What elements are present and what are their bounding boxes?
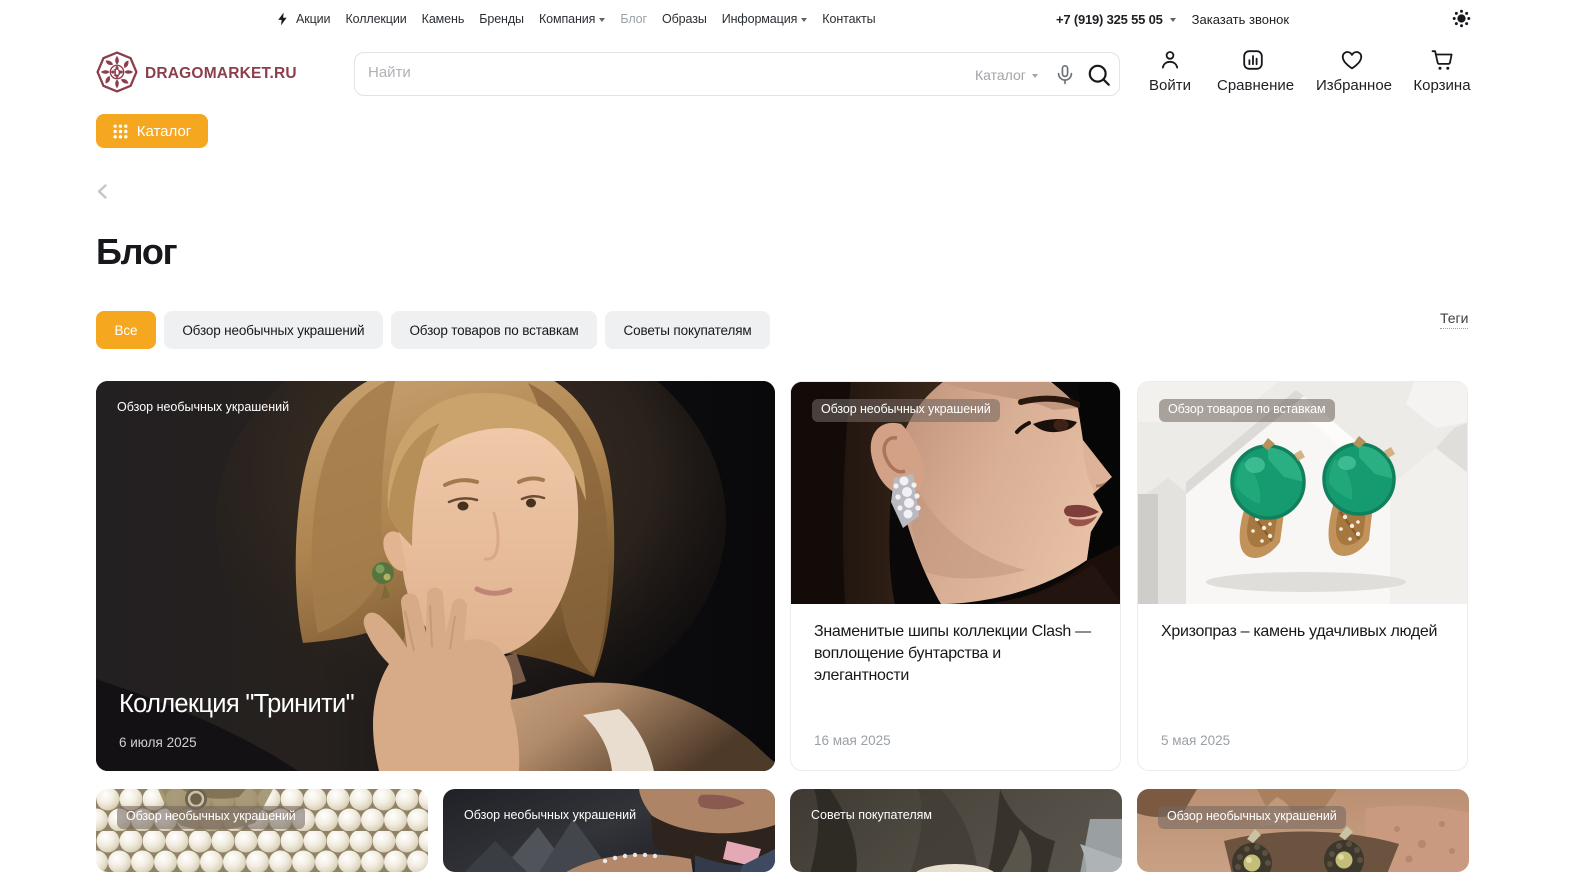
- svg-text:D: D: [113, 68, 121, 79]
